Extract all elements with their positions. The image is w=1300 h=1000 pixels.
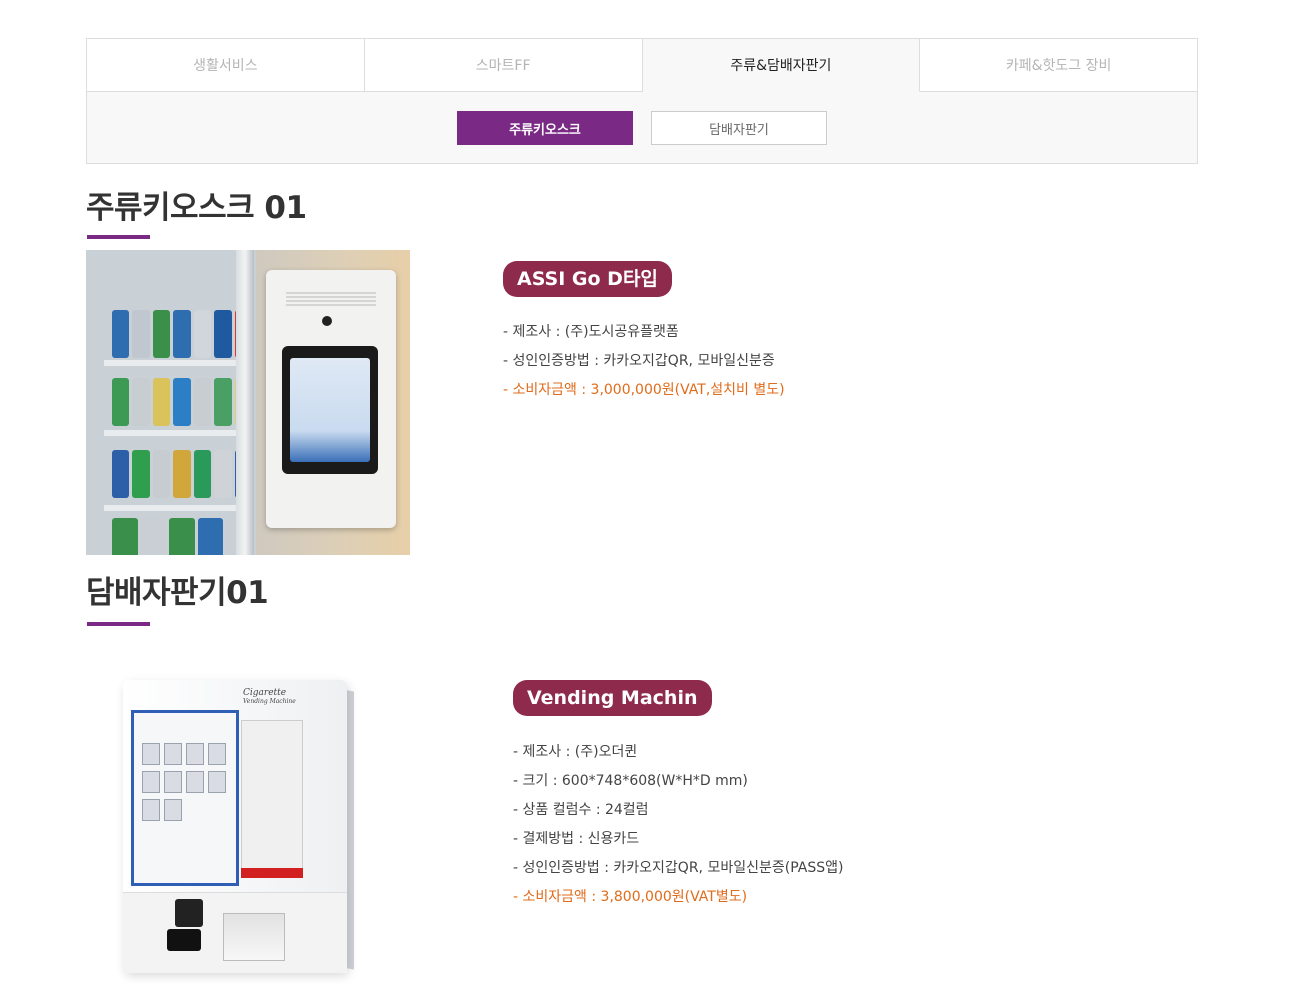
product-name-badge: Vending Machin (513, 680, 712, 716)
spec-adult-verification: 성인인증방법 : 카카오지갑QR, 모바일신분증(PASS앱) (513, 854, 844, 883)
product-spec-list: 제조사 : (주)오더퀸 크기 : 600*748*608(W*H*D mm) … (513, 738, 844, 912)
tab-liquor-tobacco-vending[interactable]: 주류&담배자판기 (642, 39, 921, 92)
spec-price: 소비자금액 : 3,800,000원(VAT별도) (513, 883, 843, 912)
tab-smart-ff[interactable]: 스마트FF (364, 39, 643, 92)
main-tab-bar: 생활서비스 스마트FF 주류&담배자판기 카페&핫도그 장비 (87, 39, 1197, 92)
product-spec-list: 제조사 : (주)도시공유플랫폼 성인인증방법 : 카카오지갑QR, 모바일신분… (503, 318, 785, 405)
fridge-shelves (86, 250, 258, 555)
spec-adult-verification: 성인인증방법 : 카카오지갑QR, 모바일신분증 (503, 347, 785, 376)
spec-price: 소비자금액 : 3,000,000원(VAT,설치비 별도) (503, 376, 785, 405)
sub-tab-bar: 주류키오스크 담배자판기 (87, 111, 1197, 145)
section-title-tobacco-vending: 담배자판기01 (86, 575, 269, 611)
title-underline (87, 235, 150, 239)
vending-touch-screen (131, 710, 239, 886)
spec-size: 크기 : 600*748*608(W*H*D mm) (513, 767, 843, 796)
spec-manufacturer: 제조사 : (주)도시공유플랫폼 (503, 318, 785, 347)
spec-payment: 결제방법 : 신용카드 (513, 825, 843, 854)
product-name-badge: ASSI Go D타입 (503, 261, 672, 297)
kiosk-device (266, 270, 396, 528)
vending-brand-text: Cigarette Vending Machine (243, 688, 296, 705)
spec-columns: 상품 컬럼수 : 24컬럼 (513, 796, 843, 825)
tobacco-vending-image: Cigarette Vending Machine (86, 662, 410, 984)
title-underline (87, 622, 150, 626)
liquor-kiosk-image (86, 250, 410, 555)
tab-living-service[interactable]: 생활서비스 (87, 39, 365, 92)
vending-machine-device: Cigarette Vending Machine (123, 680, 347, 973)
section-title-liquor-kiosk: 주류키오스크 01 (86, 190, 307, 226)
subtab-tobacco-vending[interactable]: 담배자판기 (651, 111, 827, 145)
subtab-liquor-kiosk[interactable]: 주류키오스크 (457, 111, 633, 145)
category-tabs: 생활서비스 스마트FF 주류&담배자판기 카페&핫도그 장비 주류키오스크 담배… (86, 38, 1198, 164)
tab-cafe-hotdog-equipment[interactable]: 카페&핫도그 장비 (920, 39, 1197, 92)
spec-manufacturer: 제조사 : (주)오더퀸 (513, 738, 843, 767)
